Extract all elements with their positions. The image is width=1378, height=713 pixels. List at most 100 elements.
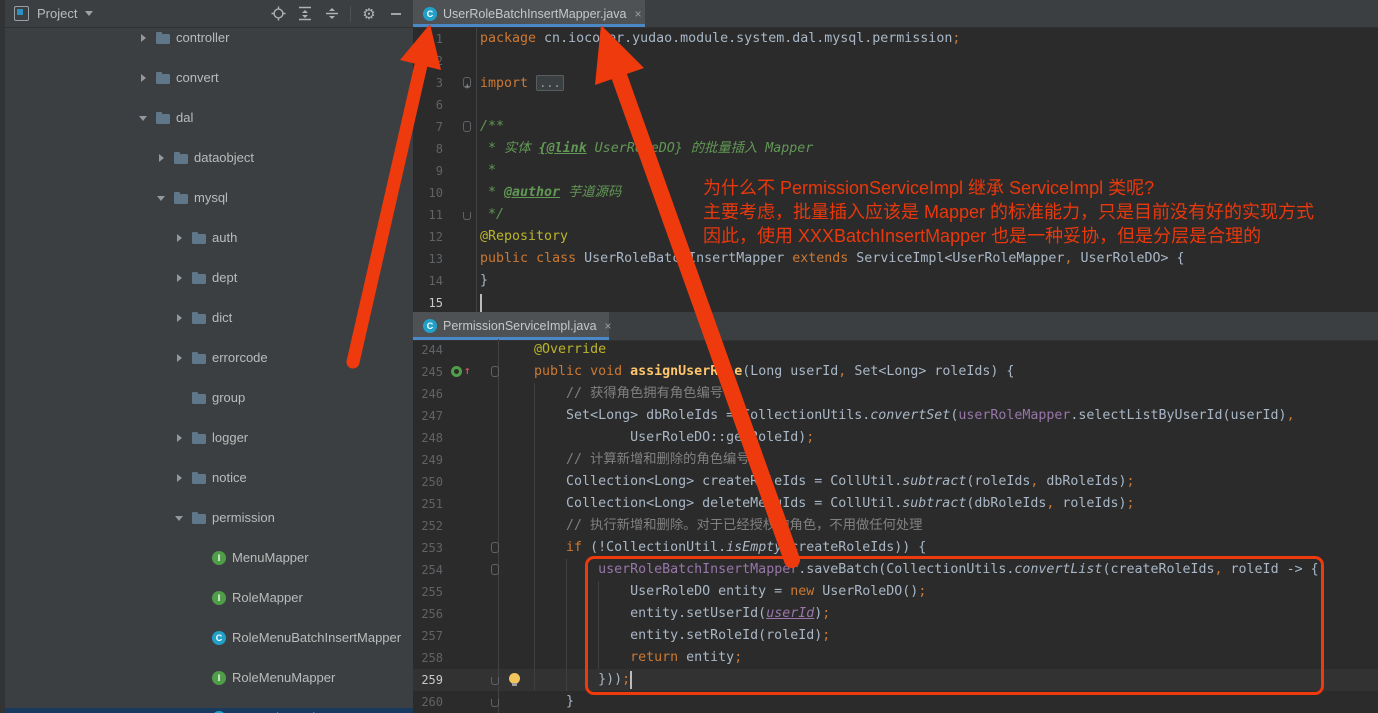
line-number[interactable]: 252	[413, 515, 443, 537]
fold-marker-icon[interactable]	[491, 564, 499, 575]
line-number[interactable]: 257	[413, 625, 443, 647]
tree-item-rolemapper[interactable]: IRoleMapper	[0, 588, 413, 608]
line-number[interactable]: 14	[413, 270, 443, 292]
tree-item-permission[interactable]: permission	[0, 508, 413, 528]
line-number[interactable]: 251	[413, 493, 443, 515]
code-line-9[interactable]: 9 *	[413, 160, 1378, 182]
chevron-right-icon[interactable]	[174, 433, 184, 443]
code-line-254[interactable]: 254 userRoleBatchInsertMapper.saveBatch(…	[413, 559, 1378, 581]
tree-item-dict[interactable]: dict	[0, 308, 413, 328]
collapse-all-icon[interactable]	[323, 5, 341, 23]
fold-marker-icon[interactable]	[491, 699, 499, 707]
code-line-260[interactable]: 260 }	[413, 691, 1378, 713]
chevron-down-icon[interactable]	[156, 193, 166, 203]
line-number[interactable]: 13	[413, 248, 443, 270]
tree-item-rolemenubatchinsertmapper[interactable]: CRoleMenuBatchInsertMapper	[0, 628, 413, 648]
chevron-right-icon[interactable]	[174, 353, 184, 363]
code-line-259[interactable]: 259 }));	[413, 669, 1378, 691]
code-line-6[interactable]: 6	[413, 94, 1378, 116]
line-number[interactable]: 11	[413, 204, 443, 226]
overrides-method-gutter-icon[interactable]	[451, 366, 462, 377]
line-number[interactable]: 8	[413, 138, 443, 160]
settings-gear-icon[interactable]: ⚙	[360, 5, 378, 23]
close-icon[interactable]: ×	[634, 8, 641, 20]
code-line-12[interactable]: 12@Repository	[413, 226, 1378, 248]
fold-marker-icon[interactable]	[463, 121, 471, 132]
code-line-252[interactable]: 252 // 执行新增和删除。对于已经授权的角色，不用做任何处理	[413, 515, 1378, 537]
chevron-right-icon[interactable]	[138, 33, 148, 43]
line-number[interactable]: 248	[413, 427, 443, 449]
line-number[interactable]: 249	[413, 449, 443, 471]
line-number[interactable]: 255	[413, 581, 443, 603]
tree-item-menumapper[interactable]: IMenuMapper	[0, 548, 413, 568]
chevron-down-icon[interactable]	[174, 513, 184, 523]
line-number[interactable]: 260	[413, 691, 443, 713]
chevron-down-icon[interactable]	[85, 11, 93, 16]
code-line-15[interactable]: 15	[413, 292, 1378, 312]
code-line-250[interactable]: 250 Collection<Long> createRoleIds = Col…	[413, 471, 1378, 493]
fold-marker-icon[interactable]	[491, 677, 499, 685]
tab-userrolebatchinsertmapper[interactable]: C UserRoleBatchInsertMapper.java ×	[413, 0, 645, 27]
locate-file-icon[interactable]	[269, 5, 287, 23]
code-area-top[interactable]: 1package cn.iocoder.yudao.module.system.…	[413, 28, 1378, 312]
line-number[interactable]: 7	[413, 116, 443, 138]
code-line-258[interactable]: 258 return entity;	[413, 647, 1378, 669]
line-number[interactable]: 253	[413, 537, 443, 559]
code-area-bottom[interactable]: 244 @Override245↑ public void assignUser…	[413, 339, 1378, 713]
code-line-256[interactable]: 256 entity.setUserId(userId);	[413, 603, 1378, 625]
chevron-down-icon[interactable]	[138, 113, 148, 123]
line-number[interactable]: 12	[413, 226, 443, 248]
code-line-251[interactable]: 251 Collection<Long> deleteMenuIds = Col…	[413, 493, 1378, 515]
chevron-right-icon[interactable]	[156, 153, 166, 163]
chevron-right-icon[interactable]	[174, 313, 184, 323]
line-number[interactable]: 256	[413, 603, 443, 625]
line-number[interactable]: 245	[413, 361, 443, 383]
fold-marker-icon[interactable]	[491, 366, 499, 377]
code-line-3[interactable]: 3import ...	[413, 72, 1378, 94]
chevron-right-icon[interactable]	[174, 233, 184, 243]
line-number[interactable]: 3	[413, 72, 443, 94]
line-number[interactable]: 247	[413, 405, 443, 427]
tree-item-dataobject[interactable]: dataobject	[0, 148, 413, 168]
expand-all-icon[interactable]	[296, 5, 314, 23]
tree-item-rolemenumapper[interactable]: IRoleMenuMapper	[0, 668, 413, 688]
code-line-11[interactable]: 11 */	[413, 204, 1378, 226]
code-line-14[interactable]: 14}	[413, 270, 1378, 292]
line-number[interactable]: 244	[413, 339, 443, 361]
code-line-13[interactable]: 13public class UserRoleBatchInsertMapper…	[413, 248, 1378, 270]
line-number[interactable]: 10	[413, 182, 443, 204]
line-number[interactable]: 258	[413, 647, 443, 669]
tree-item-dept[interactable]: dept	[0, 268, 413, 288]
tree-item-errorcode[interactable]: errorcode	[0, 348, 413, 368]
chevron-right-icon[interactable]	[174, 273, 184, 283]
code-line-249[interactable]: 249 // 计算新增和删除的角色编号	[413, 449, 1378, 471]
code-line-2[interactable]: 2	[413, 50, 1378, 72]
code-line-244[interactable]: 244 @Override	[413, 339, 1378, 361]
folded-imports[interactable]: ...	[536, 75, 564, 91]
fold-marker-icon[interactable]	[491, 542, 499, 553]
chevron-right-icon[interactable]	[138, 73, 148, 83]
chevron-right-icon[interactable]	[174, 473, 184, 483]
line-number[interactable]: 1	[413, 28, 443, 50]
tree-item-auth[interactable]: auth	[0, 228, 413, 248]
line-number[interactable]: 254	[413, 559, 443, 581]
code-line-7[interactable]: 7/**	[413, 116, 1378, 138]
code-line-255[interactable]: 255 UserRoleDO entity = new UserRoleDO()…	[413, 581, 1378, 603]
editor-bottom[interactable]: C PermissionServiceImpl.java × 244 @Over…	[413, 312, 1378, 713]
code-line-257[interactable]: 257 entity.setRoleId(roleId);	[413, 625, 1378, 647]
line-number[interactable]: 6	[413, 94, 443, 116]
line-number[interactable]: 250	[413, 471, 443, 493]
line-number[interactable]: 246	[413, 383, 443, 405]
line-number[interactable]: 259	[413, 669, 443, 691]
tree-item-userrolebatchinsertmapper[interactable]: CUserRoleBatchInsertMapper	[0, 708, 413, 713]
tree-item-controller[interactable]: controller	[0, 28, 413, 48]
tree-item-logger[interactable]: logger	[0, 428, 413, 448]
line-number[interactable]: 2	[413, 50, 443, 72]
tree-item-group[interactable]: group	[0, 388, 413, 408]
code-line-10[interactable]: 10 * @author 芋道源码	[413, 182, 1378, 204]
code-line-247[interactable]: 247 Set<Long> dbRoleIds = CollectionUtil…	[413, 405, 1378, 427]
hide-panel-icon[interactable]	[387, 5, 405, 23]
fold-marker-icon[interactable]	[463, 77, 471, 88]
line-number[interactable]: 15	[413, 292, 443, 312]
tree-item-mysql[interactable]: mysql	[0, 188, 413, 208]
